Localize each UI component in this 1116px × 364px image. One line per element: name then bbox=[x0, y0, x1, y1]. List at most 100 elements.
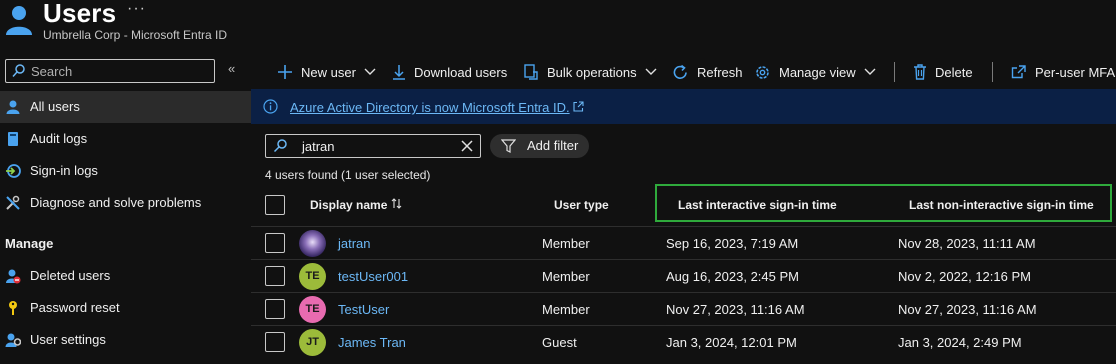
user-settings-icon bbox=[5, 333, 21, 347]
search-input[interactable]: jatran bbox=[265, 134, 481, 158]
sidebar-item-user-settings[interactable]: User settings bbox=[0, 324, 251, 356]
sidebar-item-label: Diagnose and solve problems bbox=[30, 195, 202, 210]
bulk-operations-icon bbox=[524, 64, 538, 80]
more-options-button[interactable]: ··· bbox=[127, 0, 146, 18]
info-icon bbox=[263, 99, 278, 114]
sidebar-item-all-users[interactable]: All users bbox=[0, 91, 251, 123]
filter-icon bbox=[501, 139, 516, 153]
chevron-down-icon bbox=[864, 68, 876, 75]
user-type: Member bbox=[542, 236, 590, 251]
sidebar-item-label: Deleted users bbox=[30, 268, 111, 283]
key-icon bbox=[9, 301, 17, 315]
user-name-link[interactable]: TestUser bbox=[338, 302, 389, 317]
external-link-icon bbox=[1011, 65, 1026, 79]
per-user-mfa-button[interactable]: Per-user MFA bbox=[1011, 62, 1115, 82]
toolbar-divider bbox=[992, 62, 993, 82]
delete-button[interactable]: Delete bbox=[913, 62, 973, 82]
avatar: JT bbox=[299, 329, 326, 356]
column-label: Display name bbox=[310, 198, 388, 212]
search-placeholder: Search bbox=[31, 64, 73, 79]
book-icon bbox=[8, 132, 18, 146]
column-display-name[interactable]: Display name bbox=[310, 198, 402, 212]
last-non-interactive-sign-in: Nov 28, 2023, 11:11 AM bbox=[898, 236, 1036, 251]
download-users-label: Download users bbox=[414, 64, 508, 80]
sidebar-item-diagnose[interactable]: Diagnose and solve problems bbox=[0, 187, 251, 219]
row-checkbox[interactable] bbox=[265, 299, 285, 319]
close-icon[interactable] bbox=[459, 138, 475, 154]
user-icon bbox=[6, 100, 20, 114]
last-non-interactive-sign-in: Nov 2, 2022, 12:16 PM bbox=[898, 269, 1031, 284]
table-row[interactable]: TE testUser001 Member Aug 16, 2023, 2:45… bbox=[251, 259, 1116, 292]
results-count: 4 users found (1 user selected) bbox=[265, 168, 431, 182]
sidebar-item-sign-in-logs[interactable]: Sign-in logs bbox=[0, 155, 251, 187]
last-non-interactive-sign-in: Jan 3, 2024, 2:49 PM bbox=[898, 335, 1022, 350]
avatar: TE bbox=[299, 263, 326, 290]
user-name-link[interactable]: jatran bbox=[338, 236, 371, 251]
sidebar-item-label: Sign-in logs bbox=[30, 163, 98, 178]
page-subtitle: Umbrella Corp - Microsoft Entra ID bbox=[43, 28, 228, 42]
sidebar-item-deleted-users[interactable]: Deleted users bbox=[0, 260, 251, 292]
sidebar-item-label: All users bbox=[30, 99, 80, 114]
add-filter-label: Add filter bbox=[527, 138, 579, 153]
select-all-checkbox[interactable] bbox=[265, 195, 285, 215]
row-checkbox[interactable] bbox=[265, 233, 285, 253]
refresh-label: Refresh bbox=[697, 64, 743, 80]
sidebar: Search « All users Audit logs Sign-in lo… bbox=[0, 56, 251, 364]
info-banner: Azure Active Directory is now Microsoft … bbox=[251, 89, 1116, 124]
last-non-interactive-sign-in: Nov 27, 2023, 11:16 AM bbox=[898, 302, 1037, 317]
external-link-icon[interactable] bbox=[573, 101, 584, 112]
bulk-operations-button[interactable]: Bulk operations bbox=[523, 62, 657, 82]
user-name-link[interactable]: James Tran bbox=[338, 335, 406, 350]
row-checkbox[interactable] bbox=[265, 266, 285, 286]
refresh-button[interactable]: Refresh bbox=[672, 62, 743, 82]
plus-icon bbox=[278, 65, 292, 79]
deleted-user-icon bbox=[6, 269, 21, 284]
manage-view-button[interactable]: Manage view bbox=[754, 62, 876, 82]
page-header: Users ··· Umbrella Corp - Microsoft Entr… bbox=[0, 0, 1116, 56]
entra-rename-link[interactable]: Azure Active Directory is now Microsoft … bbox=[290, 100, 570, 115]
last-interactive-sign-in: Jan 3, 2024, 12:01 PM bbox=[666, 335, 797, 350]
add-filter-button[interactable]: Add filter bbox=[490, 134, 589, 158]
page-title: Users bbox=[43, 0, 117, 28]
chevron-down-icon bbox=[645, 68, 657, 75]
delete-label: Delete bbox=[935, 64, 973, 80]
highlight-box bbox=[655, 184, 1112, 222]
chevron-down-icon bbox=[364, 68, 376, 75]
command-bar: New user Download users Bulk operations bbox=[251, 56, 1116, 88]
last-interactive-sign-in: Nov 27, 2023, 11:16 AM bbox=[666, 302, 805, 317]
main-content: New user Download users Bulk operations bbox=[251, 56, 1116, 364]
sort-icon bbox=[391, 198, 402, 209]
table-row[interactable]: JT James Tran Guest Jan 3, 2024, 12:01 P… bbox=[251, 325, 1116, 358]
user-type: Member bbox=[542, 302, 590, 317]
user-type: Member bbox=[542, 269, 590, 284]
toolbar-divider bbox=[894, 62, 895, 82]
table-row[interactable]: TE TestUser Member Nov 27, 2023, 11:16 A… bbox=[251, 292, 1116, 325]
table-row[interactable]: jatran Member Sep 16, 2023, 7:19 AM Nov … bbox=[251, 226, 1116, 259]
manage-section-heading: Manage bbox=[5, 236, 54, 251]
user-name-link[interactable]: testUser001 bbox=[338, 269, 408, 284]
new-user-button[interactable]: New user bbox=[277, 62, 376, 82]
manage-view-label: Manage view bbox=[779, 64, 856, 80]
last-interactive-sign-in: Sep 16, 2023, 7:19 AM bbox=[666, 236, 799, 251]
search-icon bbox=[273, 139, 287, 153]
download-icon bbox=[393, 65, 405, 80]
wrench-icon bbox=[6, 195, 20, 210]
last-interactive-sign-in: Aug 16, 2023, 2:45 PM bbox=[666, 269, 799, 284]
search-value: jatran bbox=[302, 139, 335, 154]
sidebar-item-password-reset[interactable]: Password reset bbox=[0, 292, 251, 324]
download-users-button[interactable]: Download users bbox=[392, 62, 507, 82]
sidebar-item-label: Password reset bbox=[30, 300, 120, 315]
trash-icon bbox=[914, 64, 926, 80]
row-checkbox[interactable] bbox=[265, 332, 285, 352]
signin-icon bbox=[6, 164, 21, 178]
sidebar-search-input[interactable]: Search bbox=[5, 59, 215, 83]
new-user-label: New user bbox=[301, 64, 356, 80]
avatar bbox=[299, 230, 326, 257]
collapse-sidebar-button[interactable]: « bbox=[228, 61, 235, 76]
user-icon bbox=[6, 6, 32, 35]
refresh-icon bbox=[673, 64, 687, 79]
sidebar-item-label: Audit logs bbox=[30, 131, 88, 146]
sidebar-item-audit-logs[interactable]: Audit logs bbox=[0, 123, 251, 155]
avatar: TE bbox=[299, 296, 326, 323]
column-user-type[interactable]: User type bbox=[554, 198, 609, 212]
